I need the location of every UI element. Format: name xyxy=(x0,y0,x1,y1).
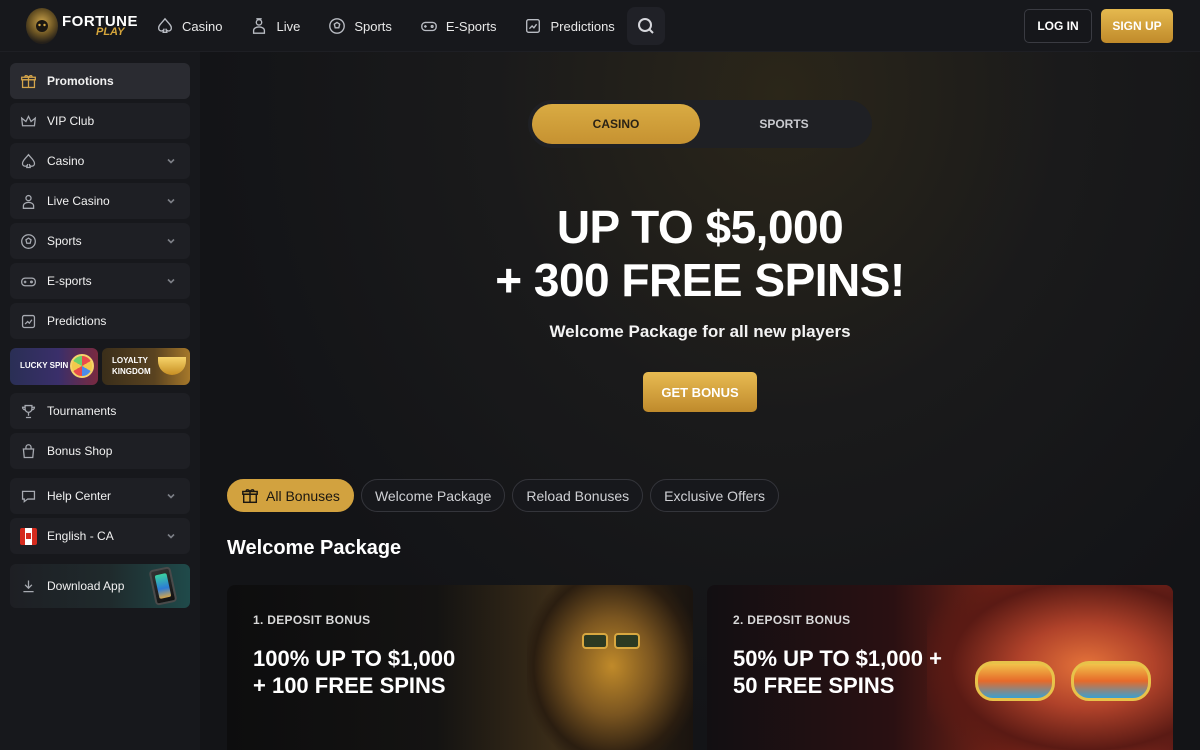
chevron-down-icon[interactable] xyxy=(166,155,176,165)
card-label: 1. DEPOSIT BONUS xyxy=(253,613,371,627)
login-button[interactable]: LOG IN xyxy=(1024,9,1092,43)
sidebar-item-tournaments[interactable]: Tournaments xyxy=(10,393,190,429)
help-chat-icon xyxy=(20,488,37,505)
soccer-ball-icon xyxy=(20,233,37,250)
spade-icon xyxy=(20,153,37,170)
crown-icon xyxy=(20,113,37,130)
trophy-cup-icon xyxy=(158,357,186,375)
section-title: Welcome Package xyxy=(227,537,402,559)
sidebar-item-casino[interactable]: Casino xyxy=(10,143,190,179)
wheel-icon xyxy=(70,354,94,378)
sidebar-item-sports[interactable]: Sports xyxy=(10,223,190,259)
chart-icon xyxy=(20,313,37,330)
chevron-down-icon[interactable] xyxy=(166,530,176,540)
get-bonus-button[interactable]: GET BONUS xyxy=(643,372,757,412)
shopping-bag-icon xyxy=(20,443,37,460)
chevron-down-icon[interactable] xyxy=(166,235,176,245)
signup-button[interactable]: SIGN UP xyxy=(1101,9,1173,43)
main-content: CASINO SPORTS UP TO $5,000 + 300 FREE SP… xyxy=(200,52,1200,750)
soccer-ball-icon xyxy=(328,17,346,35)
casino-sports-toggle: CASINO SPORTS xyxy=(528,100,872,148)
filter-exclusive-offers[interactable]: Exclusive Offers xyxy=(650,479,780,512)
chevron-down-icon[interactable] xyxy=(166,195,176,205)
download-app-button[interactable]: Download App xyxy=(10,564,190,608)
lucky-spin-tile[interactable]: LUCKY SPIN xyxy=(10,348,98,385)
hero-headline-line2: + 300 FREE SPINS! xyxy=(495,254,905,306)
brand-logo[interactable]: FORTUNE PLAY xyxy=(26,8,138,44)
sidebar-item-esports[interactable]: E-sports xyxy=(10,263,190,299)
sidebar: Promotions VIP Club Casino Live Casino S… xyxy=(0,52,200,750)
gamepad-icon xyxy=(20,273,37,290)
sidebar-item-predictions[interactable]: Predictions xyxy=(10,303,190,339)
filter-all-bonuses[interactable]: All Bonuses xyxy=(227,479,354,512)
hero-headline-line1: UP TO $5,000 xyxy=(556,201,844,253)
main-nav: Casino Live Sports E-Sports Predictions xyxy=(156,0,665,52)
bonus-filter-bar: All Bonuses Welcome Package Reload Bonus… xyxy=(227,479,786,512)
spade-icon xyxy=(156,17,174,35)
card-title: 50% UP TO $1,000 + 50 FREE SPINS xyxy=(733,646,942,698)
bonus-card[interactable]: 2. DEPOSIT BONUS 50% UP TO $1,000 + 50 F… xyxy=(707,585,1173,750)
chart-icon xyxy=(524,17,542,35)
filter-welcome-package[interactable]: Welcome Package xyxy=(360,479,506,512)
download-icon xyxy=(20,578,37,595)
bonus-card[interactable]: 1. DEPOSIT BONUS 100% UP TO $1,000 + 100… xyxy=(227,585,693,750)
gamepad-icon xyxy=(420,17,438,35)
card-title: 100% UP TO $1,000 + 100 FREE SPINS xyxy=(253,646,456,698)
lion-artwork xyxy=(527,585,693,750)
filter-reload-bonuses[interactable]: Reload Bonuses xyxy=(512,479,644,512)
canada-flag-icon xyxy=(20,527,37,545)
chevron-down-icon[interactable] xyxy=(166,275,176,285)
sidebar-item-vip-club[interactable]: VIP Club xyxy=(10,103,190,139)
search-button[interactable] xyxy=(626,7,665,45)
phone-icon xyxy=(148,566,178,606)
nav-sports[interactable]: Sports xyxy=(328,17,392,35)
nav-esports[interactable]: E-Sports xyxy=(420,17,496,35)
loyalty-kingdom-tile[interactable]: LOYALTY KINGDOM xyxy=(102,348,190,385)
trophy-icon xyxy=(20,403,37,420)
sidebar-item-help-center[interactable]: Help Center xyxy=(10,478,190,514)
gift-icon xyxy=(241,487,259,505)
lion-logo-icon xyxy=(26,8,58,44)
dealer-icon xyxy=(250,17,268,35)
top-navigation-bar: FORTUNE PLAY Casino Live Sports E-Sports… xyxy=(0,0,1200,52)
hero-subtitle: Welcome Package for all new players xyxy=(549,322,851,341)
sidebar-item-bonus-shop[interactable]: Bonus Shop xyxy=(10,433,190,469)
gift-icon xyxy=(20,73,37,90)
toggle-casino[interactable]: CASINO xyxy=(532,104,700,144)
nav-live[interactable]: Live xyxy=(250,17,300,35)
language-selector[interactable]: English - CA xyxy=(10,518,190,554)
toggle-sports[interactable]: SPORTS xyxy=(700,104,868,144)
sidebar-item-live-casino[interactable]: Live Casino xyxy=(10,183,190,219)
nav-predictions[interactable]: Predictions xyxy=(524,17,615,35)
lion-artwork xyxy=(927,585,1173,750)
card-label: 2. DEPOSIT BONUS xyxy=(733,613,851,627)
chevron-down-icon[interactable] xyxy=(166,490,176,500)
nav-casino[interactable]: Casino xyxy=(156,17,222,35)
search-icon xyxy=(637,18,654,34)
dealer-icon xyxy=(20,193,37,210)
sidebar-item-promotions[interactable]: Promotions xyxy=(10,63,190,99)
